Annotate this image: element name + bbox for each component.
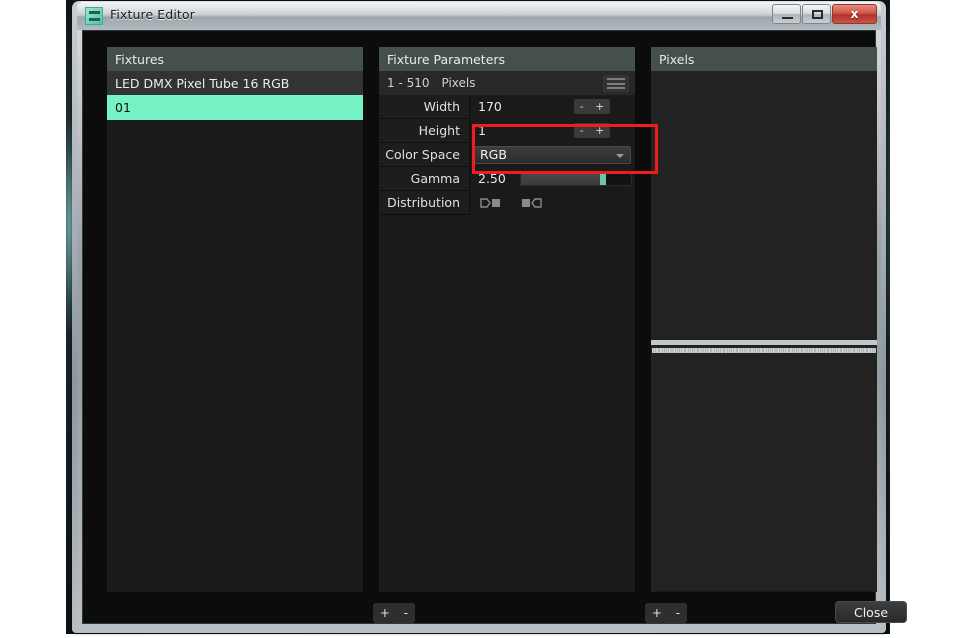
color-space-value: RGB: [480, 147, 507, 162]
close-icon: x: [850, 7, 859, 21]
pixels-unit-label: Pixels: [441, 76, 476, 90]
window-title: Fixture Editor: [110, 7, 195, 22]
fixture-item-label: 01: [115, 100, 131, 115]
param-row-height: Height 1 - +: [379, 118, 635, 143]
parameters-add-remove[interactable]: + -: [645, 603, 687, 623]
page-margin-left: [0, 0, 66, 638]
page-margin-right: [890, 0, 960, 638]
close-dialog-button[interactable]: Close: [835, 601, 907, 623]
distribution-start-left-icon[interactable]: [480, 197, 502, 209]
param-row-gamma: Gamma 2.50: [379, 166, 635, 191]
fixture-editor-window: Fixture Editor x Fixtures LED DMX Pixel …: [72, 1, 907, 633]
page-margin-bottom: [0, 634, 960, 638]
distribution-label: Distribution: [379, 195, 469, 210]
minimize-icon: [782, 17, 793, 19]
pixels-panel-header: Pixels: [651, 47, 877, 71]
width-stepper[interactable]: - +: [574, 98, 610, 114]
distribution-options: [478, 197, 542, 209]
maximize-button[interactable]: [802, 4, 831, 24]
fixture-group-label: LED DMX Pixel Tube 16 RGB: [115, 75, 290, 91]
fixtures-list: LED DMX Pixel Tube 16 RGB 01: [107, 71, 363, 120]
fixtures-panel-header: Fixtures: [107, 47, 363, 71]
screenshot-root: Fixture Editor x Fixtures LED DMX Pixel …: [0, 0, 960, 638]
width-decrement-button[interactable]: -: [580, 101, 584, 112]
app-logo-icon: [85, 7, 103, 25]
height-value: 1: [478, 123, 486, 138]
chevron-down-icon: [616, 153, 624, 158]
window-controls: x: [771, 4, 877, 24]
fixtures-panel: Fixtures LED DMX Pixel Tube 16 RGB 01: [107, 47, 363, 592]
maximize-icon: [812, 10, 823, 19]
gamma-slider[interactable]: [520, 170, 632, 186]
distribution-value-cell: [469, 190, 635, 215]
title-bar-sheen: [77, 2, 881, 16]
parameters-panel-header: Fixture Parameters: [379, 47, 635, 71]
fixture-group-row[interactable]: LED DMX Pixel Tube 16 RGB: [107, 71, 363, 95]
pixels-preview-top[interactable]: [651, 71, 877, 340]
height-stepper[interactable]: - +: [574, 122, 610, 138]
param-row-color-space: Color Space RGB: [379, 142, 635, 167]
width-label: Width: [379, 99, 469, 114]
gamma-label: Gamma: [379, 171, 469, 186]
width-increment-button[interactable]: +: [595, 101, 604, 112]
height-value-cell[interactable]: 1 - +: [469, 118, 635, 143]
parameters-remove-button[interactable]: -: [676, 606, 680, 620]
gamma-slider-handle[interactable]: [600, 171, 607, 185]
param-row-width: Width 170 - +: [379, 94, 635, 119]
fixtures-add-remove[interactable]: + -: [373, 603, 415, 623]
parameters-add-button[interactable]: +: [652, 606, 662, 620]
pixels-preview-bottom[interactable]: [651, 345, 877, 591]
pixel-strip[interactable]: [652, 348, 876, 353]
window-client-area: Fixtures LED DMX Pixel Tube 16 RGB 01 Fi…: [82, 30, 907, 624]
fixture-item-row-01[interactable]: 01: [107, 95, 363, 120]
gamma-slider-fill: [521, 171, 601, 185]
minimize-button[interactable]: [772, 4, 801, 24]
width-value-cell[interactable]: 170 - +: [469, 94, 635, 119]
color-space-value-cell: RGB: [469, 142, 635, 167]
param-row-distribution: Distribution: [379, 190, 635, 215]
color-space-dropdown[interactable]: RGB: [473, 145, 631, 164]
color-space-label: Color Space: [379, 147, 469, 162]
title-bar: Fixture Editor x: [77, 2, 881, 30]
height-decrement-button[interactable]: -: [580, 125, 584, 136]
fixture-parameters-panel: Fixture Parameters 1 - 510 Pixels Width …: [379, 47, 635, 592]
fixtures-remove-button[interactable]: -: [404, 606, 408, 620]
height-label: Height: [379, 123, 469, 138]
height-increment-button[interactable]: +: [595, 125, 604, 136]
close-window-button[interactable]: x: [832, 4, 877, 24]
gamma-value-cell: 2.50: [469, 166, 635, 191]
fixtures-add-button[interactable]: +: [380, 606, 390, 620]
dmx-range-label: 1 - 510: [387, 76, 430, 90]
parameters-subheader: 1 - 510 Pixels: [379, 71, 635, 95]
gamma-value: 2.50: [478, 171, 506, 186]
hamburger-menu-icon[interactable]: [603, 75, 629, 92]
distribution-start-right-icon[interactable]: [520, 197, 542, 209]
width-value: 170: [478, 99, 502, 114]
pixels-panel: Pixels: [651, 47, 877, 592]
